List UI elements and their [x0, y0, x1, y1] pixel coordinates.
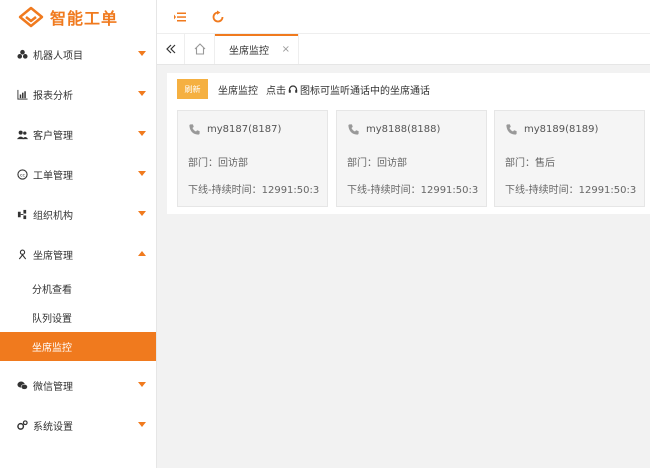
- sidebar-item-settings[interactable]: 系统设置: [0, 405, 156, 445]
- sidebar-item-label: 报表分析: [33, 90, 73, 102]
- chevron-down-icon: [138, 171, 146, 176]
- sidebar-item-label: 客户管理: [33, 130, 73, 142]
- main-content: 刷新 坐席监控 点击 图标可监听通话中的坐席通话 my8187(8187) 部门…: [157, 65, 650, 468]
- agent-name: my8187(8187): [207, 124, 282, 135]
- page-title: 坐席监控: [218, 85, 258, 97]
- home-icon: [194, 43, 205, 55]
- chevron-down-icon: [138, 51, 146, 56]
- chevron-down-icon: [138, 422, 146, 427]
- agent-department: 部门：回访部: [188, 158, 248, 169]
- hint-suffix: 图标可监听通话中的坐席通话: [300, 85, 430, 97]
- chevron-down-icon: [138, 211, 146, 216]
- sidebar-item-agents[interactable]: 坐席管理: [0, 234, 156, 274]
- agent-card-title: my8188(8188): [347, 123, 440, 136]
- tab-bar: 坐席监控 ×: [157, 34, 650, 65]
- settings-icon: [16, 419, 28, 431]
- reload-button[interactable]: [211, 10, 225, 24]
- agent-card-title: my8187(8187): [188, 123, 281, 136]
- logo-icon: [18, 6, 44, 28]
- sidebar-item-label: 工单管理: [33, 170, 73, 182]
- sidebar-item-label: 微信管理: [33, 381, 73, 393]
- home-tab[interactable]: [185, 34, 215, 64]
- org-icon: [16, 208, 28, 220]
- sidebar-subitem-agent-monitor[interactable]: 坐席监控: [0, 332, 156, 361]
- collapse-tabs-button[interactable]: [157, 34, 185, 64]
- sidebar-item-label: 系统设置: [33, 421, 73, 433]
- monitor-header: 刷新 坐席监控 点击 图标可监听通话中的坐席通话: [177, 78, 430, 100]
- agent-name: my8189(8189): [524, 124, 599, 135]
- agent-card[interactable]: my8187(8187) 部门：回访部 下线-持续时间：12991:50:3: [177, 110, 328, 207]
- agent-status: 下线-持续时间：12991:50:3: [347, 185, 479, 196]
- sidebar-item-tickets[interactable]: cc 工单管理: [0, 154, 156, 194]
- ticket-icon: cc: [16, 168, 28, 180]
- robot-icon: [16, 48, 28, 60]
- agent-department: 部门：售后: [505, 158, 555, 169]
- agent-status: 下线-持续时间：12991:50:3: [505, 185, 637, 196]
- double-chevron-left-icon: [165, 44, 175, 54]
- sidebar-item-label: 坐席管理: [33, 250, 73, 262]
- sidebar-item-reports[interactable]: 报表分析: [0, 74, 156, 114]
- sidebar-menu: 机器人项目 报表分析 客户管理 cc 工单管理 组织机构 坐席管理 分机查看 队…: [0, 34, 156, 445]
- agent-name: my8188(8188): [366, 124, 441, 135]
- sidebar-item-customers[interactable]: 客户管理: [0, 114, 156, 154]
- refresh-icon: [212, 10, 224, 22]
- chevron-down-icon: [138, 91, 146, 96]
- svg-text:cc: cc: [19, 173, 25, 178]
- sidebar-item-robot[interactable]: 机器人项目: [0, 34, 156, 74]
- users-icon: [16, 128, 28, 140]
- bar-chart-icon: [16, 88, 28, 100]
- app-title: 智能工单: [50, 9, 119, 28]
- tab-label: 坐席监控: [229, 45, 269, 57]
- phone-icon[interactable]: [347, 123, 360, 136]
- hint-prefix: 点击: [266, 85, 286, 97]
- refresh-button[interactable]: 刷新: [177, 79, 208, 99]
- menu-fold-icon: [174, 12, 186, 21]
- phone-icon[interactable]: [505, 123, 518, 136]
- agent-department: 部门：回访部: [347, 158, 407, 169]
- menu-toggle-button[interactable]: [173, 10, 187, 24]
- logo[interactable]: 智能工单: [0, 0, 156, 34]
- monitor-panel: 刷新 坐席监控 点击 图标可监听通话中的坐席通话 my8187(8187) 部门…: [167, 73, 650, 214]
- wechat-icon: [16, 379, 28, 391]
- sidebar-item-organization[interactable]: 组织机构: [0, 194, 156, 234]
- sidebar-item-label: 组织机构: [33, 210, 73, 222]
- chevron-down-icon: [138, 382, 146, 387]
- sidebar-item-label: 机器人项目: [33, 50, 83, 62]
- agent-card[interactable]: my8188(8188) 部门：回访部 下线-持续时间：12991:50:3: [336, 110, 487, 207]
- headset-icon: [288, 85, 298, 93]
- agent-card[interactable]: my8189(8189) 部门：售后 下线-持续时间：12991:50:3: [494, 110, 645, 207]
- sidebar: 智能工单 机器人项目 报表分析 客户管理 cc 工单管理 组织机构 坐席管理 分…: [0, 0, 157, 468]
- chevron-up-icon: [138, 251, 146, 256]
- top-toolbar: [157, 0, 650, 34]
- agent-icon: [16, 248, 28, 260]
- monitor-hint: 点击 图标可监听通话中的坐席通话: [266, 82, 430, 97]
- agent-card-title: my8189(8189): [505, 123, 598, 136]
- chevron-down-icon: [138, 131, 146, 136]
- sidebar-item-wechat[interactable]: 微信管理: [0, 365, 156, 405]
- close-icon[interactable]: ×: [282, 44, 290, 55]
- tab-agent-monitor[interactable]: 坐席监控 ×: [215, 34, 299, 64]
- agent-status: 下线-持续时间：12991:50:3: [188, 185, 320, 196]
- phone-icon[interactable]: [188, 123, 201, 136]
- sidebar-subitem-extensions[interactable]: 分机查看: [0, 274, 156, 303]
- sidebar-subitem-queues[interactable]: 队列设置: [0, 303, 156, 332]
